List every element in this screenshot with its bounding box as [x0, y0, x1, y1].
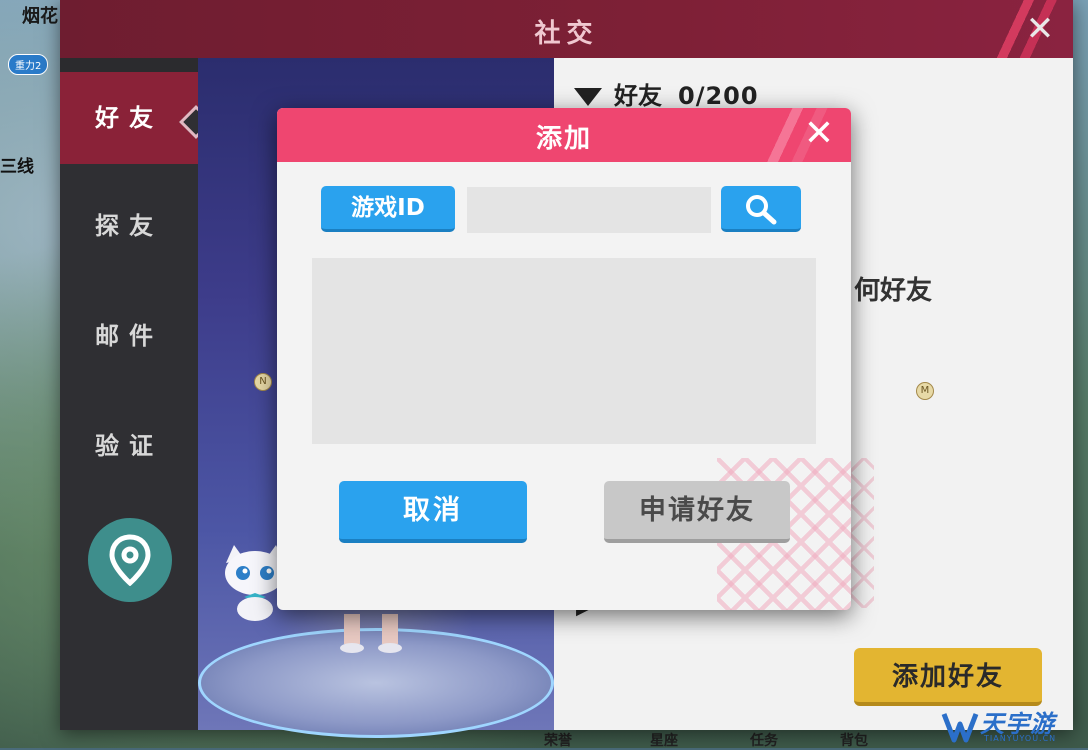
game-id-label-button[interactable]: 游戏ID	[321, 186, 455, 232]
search-icon	[746, 195, 777, 225]
game-id-input[interactable]	[467, 187, 711, 233]
watermark-logo-icon	[941, 713, 979, 743]
dialog-close-icon[interactable]: ✕	[801, 116, 837, 152]
dialog-title: 添加	[535, 124, 592, 154]
apply-friend-button[interactable]: 申请好友	[604, 481, 790, 543]
add-friend-dialog: 添加 ✕ 游戏ID 取消 申请好友	[277, 108, 851, 610]
watermark-subtext: TIANYUYOU.CN	[984, 734, 1057, 743]
search-result-area	[312, 258, 816, 444]
search-button[interactable]	[721, 186, 801, 232]
cancel-button[interactable]: 取消	[339, 481, 527, 543]
dialog-header: 添加 ✕	[277, 108, 851, 162]
watermark: 天宇游 TIANYUYOU.CN	[940, 704, 1088, 748]
